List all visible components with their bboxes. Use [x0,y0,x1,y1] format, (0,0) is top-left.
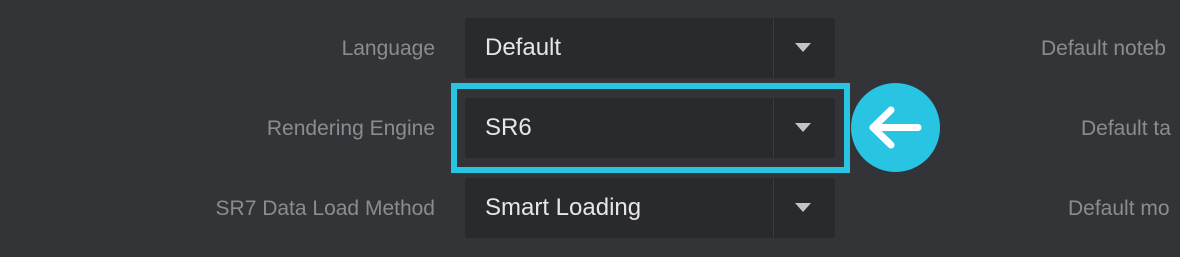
sr7-data-load-method-select[interactable]: Smart Loading [465,178,835,238]
default-mode-label: Default mo [1068,197,1170,220]
sr7-data-load-method-label: SR7 Data Load Method [215,197,435,220]
rendering-engine-label: Rendering Engine [266,117,435,140]
sr7-data-load-method-select-value: Smart Loading [485,194,642,221]
language-select[interactable]: Default [465,18,835,78]
select-divider [773,178,774,238]
language-label: Language [341,37,435,60]
default-tab-label: Default ta [1081,117,1171,140]
arrow-left-icon [851,83,940,172]
chevron-down-icon[interactable] [795,43,811,52]
highlight-box [451,83,850,173]
select-divider [773,18,774,78]
settings-panel: Language Default Rendering Engine SR6 SR… [0,0,1180,257]
default-notebook-label: Default noteb [1041,37,1166,60]
language-select-value: Default [485,34,562,61]
chevron-down-icon[interactable] [795,203,811,212]
